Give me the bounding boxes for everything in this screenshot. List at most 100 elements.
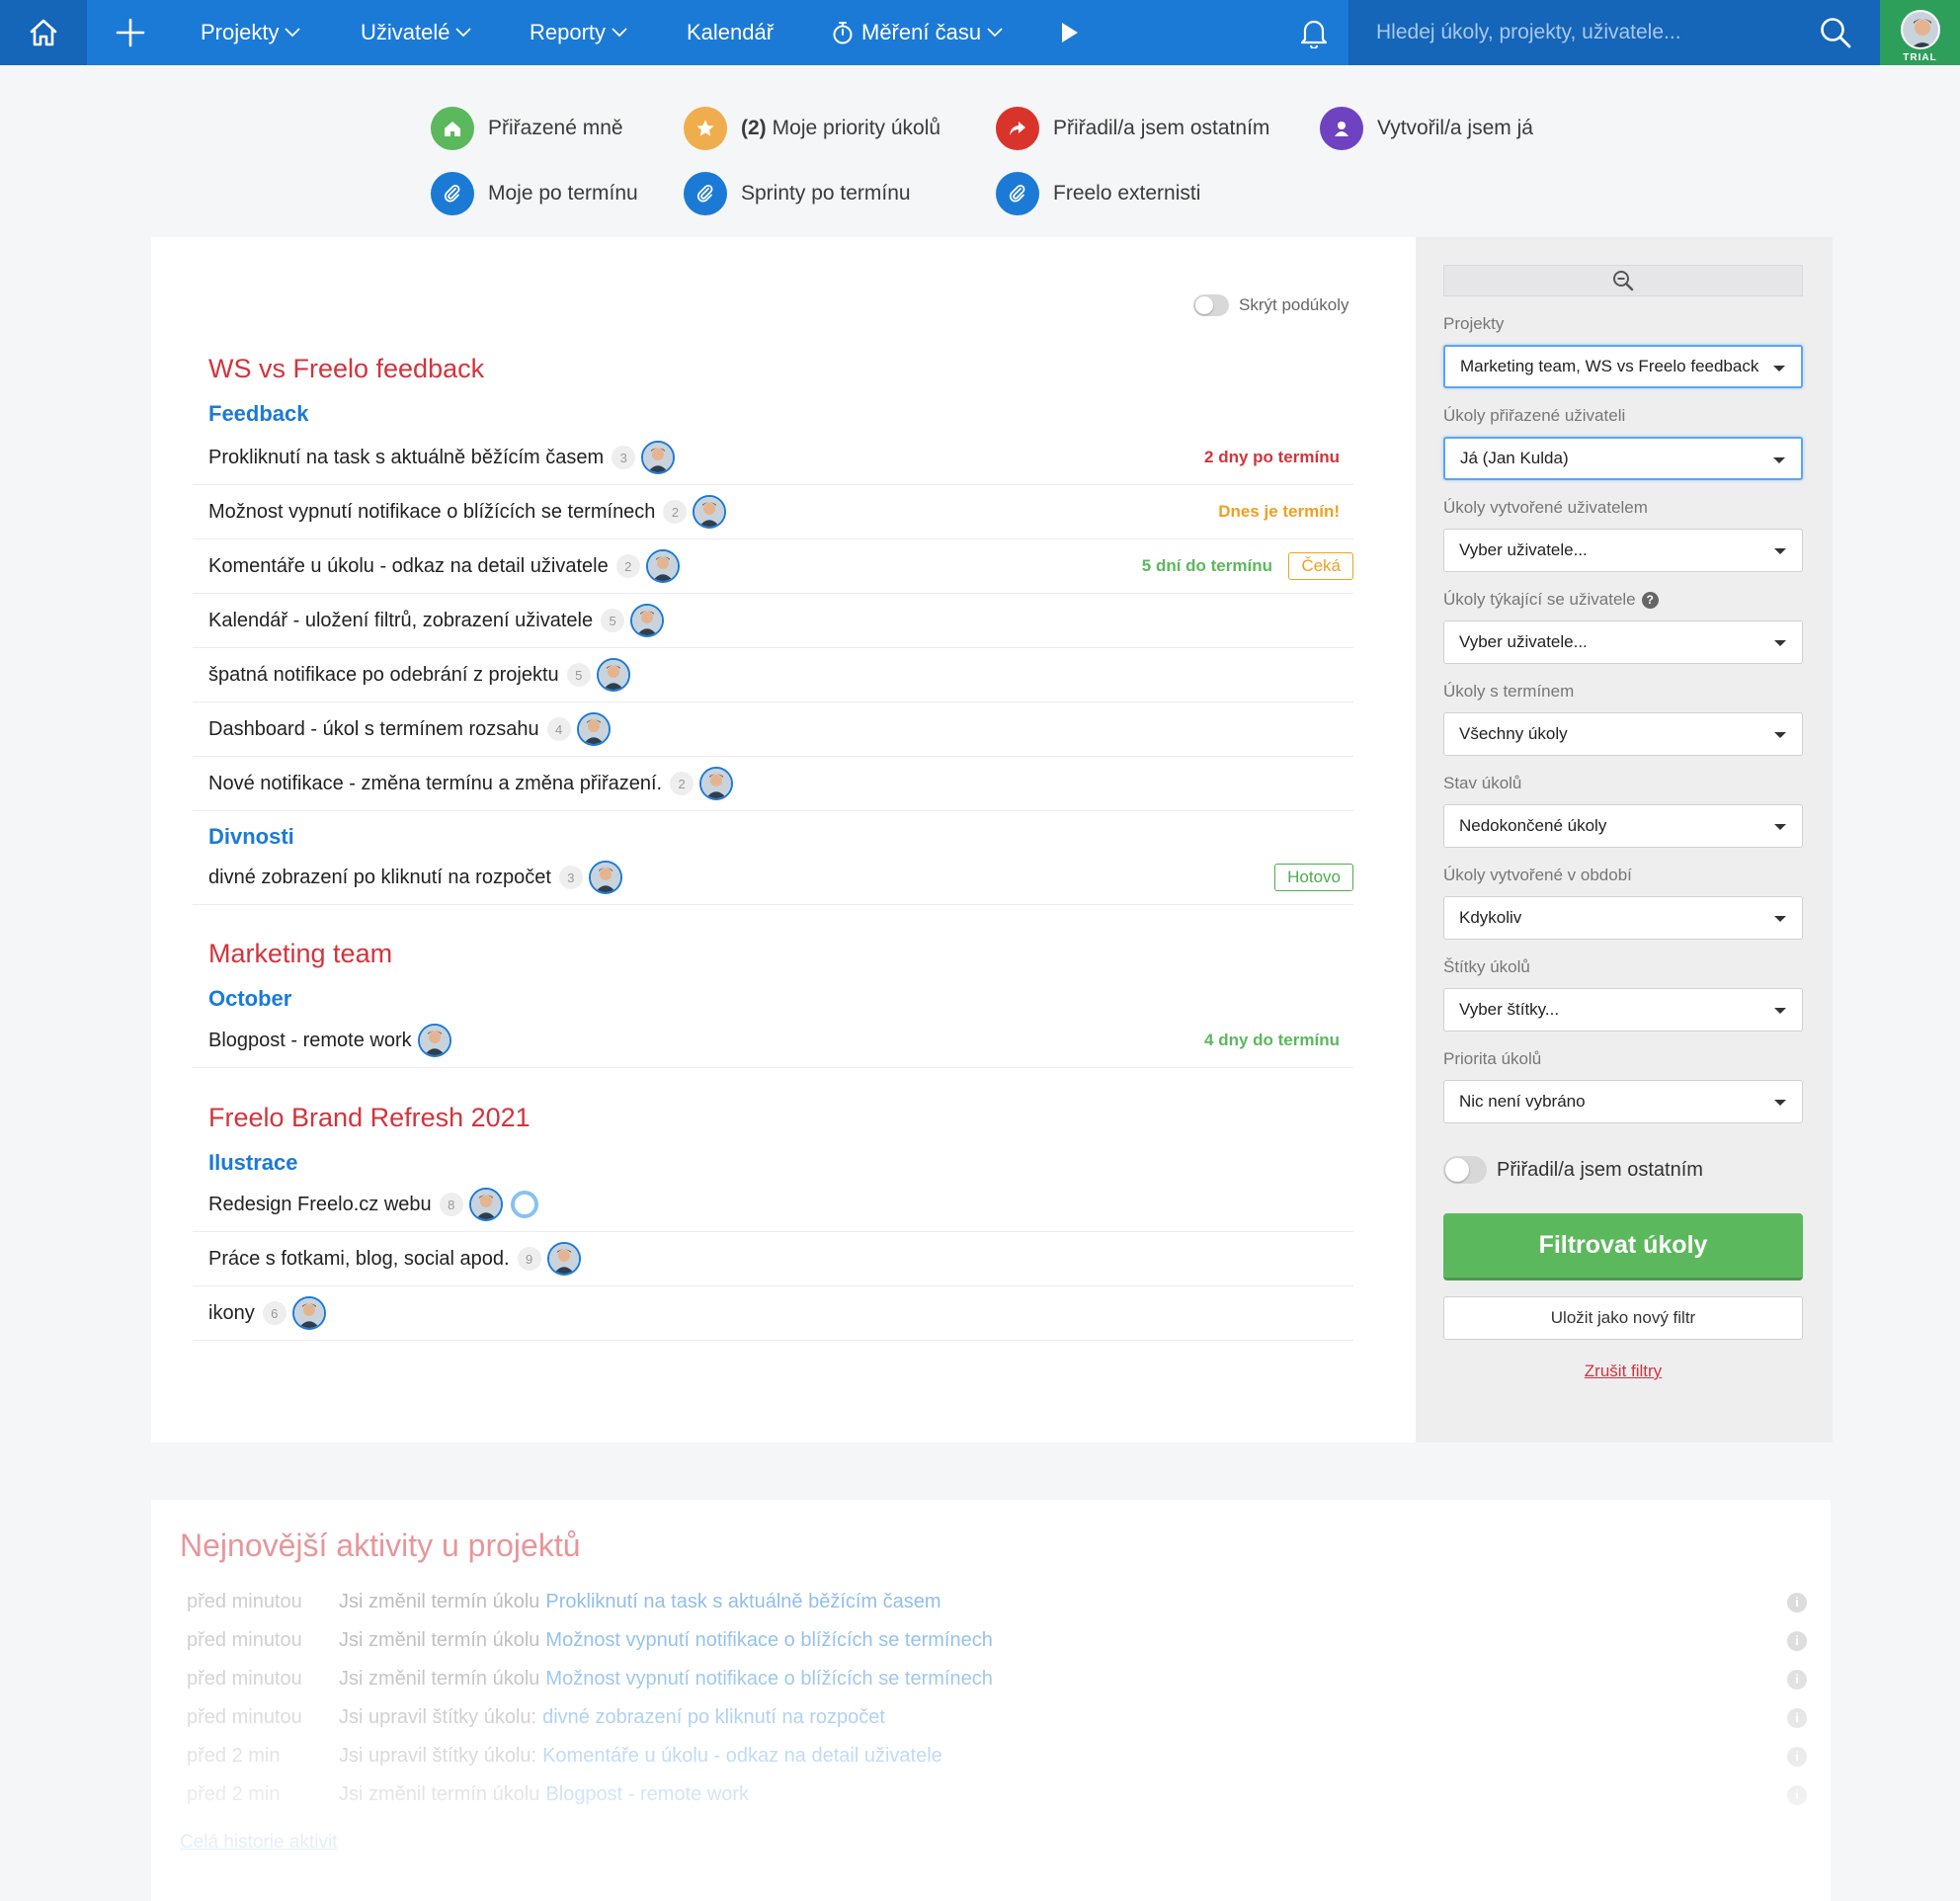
task-row[interactable]: ikony 6 [193,1286,1353,1341]
info-icon[interactable]: i [1787,1784,1807,1805]
tasklist-title[interactable]: Ilustrace [208,1150,298,1176]
avatar[interactable] [417,1024,451,1057]
avatar[interactable] [596,658,630,692]
task-name[interactable]: divné zobrazení po kliknutí na rozpočet [208,867,551,889]
status-badge[interactable]: Čeká [1288,552,1353,580]
task-row[interactable]: Dashboard - úkol s termínem rozsahu 4 [193,703,1353,757]
help-icon[interactable]: ? [1641,591,1659,609]
project-title[interactable]: Freelo Brand Refresh 2021 [208,1103,531,1133]
task-name[interactable]: Nové notifikace - změna termínu a změna … [208,773,662,795]
nav-projects[interactable]: Projekty [201,0,301,65]
assigned-to-select[interactable]: Já (Jan Kulda) [1443,437,1803,480]
nav-users[interactable]: Uživatelé [361,0,472,65]
task-row[interactable]: Redesign Freelo.cz webu 8 [193,1178,1353,1232]
home-button[interactable] [0,0,87,65]
quick-filter-sprints-overdue[interactable]: Sprinty po termínu [684,172,911,215]
projects-select[interactable]: Marketing team, WS vs Freelo feedback [1443,345,1803,388]
info-icon[interactable]: i [1787,1746,1807,1767]
task-name[interactable]: špatná notifikace po odebrání z projektu [208,664,559,687]
select-value: Marketing team, WS vs Freelo feedback [1460,357,1759,375]
avatar[interactable] [641,441,676,474]
task-row[interactable]: Blogpost - remote work 4 dny do termínu [193,1014,1353,1068]
status-badge[interactable]: Hotovo [1274,864,1353,891]
hide-subtasks-toggle[interactable]: Skrýt podúkoly [1193,294,1349,316]
task-name[interactable]: Kalendář - uložení filtrů, zobrazení uži… [208,610,593,632]
filter-tasks-button[interactable]: Filtrovat úkoly [1443,1213,1803,1281]
project-title[interactable]: WS vs Freelo feedback [208,354,484,384]
task-row[interactable]: Komentáře u úkolu - odkaz na detail uživ… [193,539,1353,594]
task-name[interactable]: Redesign Freelo.cz webu [208,1194,432,1216]
activity-task-link[interactable]: divné zobrazení po kliknutí na rozpočet [542,1706,885,1729]
info-icon[interactable]: i [1787,1592,1807,1612]
related-to-select[interactable]: Vyber uživatele... [1443,620,1803,664]
cancel-filters-link[interactable]: Zrušit filtry [1443,1362,1803,1381]
activity-task-link[interactable]: Možnost vypnutí notifikace o blížících s… [545,1668,992,1691]
info-icon[interactable]: i [1787,1669,1807,1690]
task-name[interactable]: Dashboard - úkol s termínem rozsahu [208,718,539,741]
nav-time-tracking[interactable]: Měření času [832,0,1003,65]
notifications-button[interactable] [1284,0,1344,65]
task-name[interactable]: Komentáře u úkolu - odkaz na detail uživ… [208,555,609,578]
caret-down-icon [1774,640,1786,646]
toggle-switch[interactable] [1443,1156,1487,1184]
task-row[interactable]: Kalendář - uložení filtrů, zobrazení uži… [193,594,1353,648]
activity-task-link[interactable]: Blogpost - remote work [545,1783,749,1806]
activity-row: před minutou Jsi změnil termín úkolu Mož… [187,1621,1807,1660]
quick-filter-assigned-to-others[interactable]: Přiřadil/a jsem ostatním [996,107,1269,150]
activity-history-link[interactable]: Celá historie aktivit [180,1832,337,1854]
avatar[interactable] [699,767,734,800]
tags-select[interactable]: Vyber štítky... [1443,988,1803,1032]
task-row[interactable]: Možnost vypnutí notifikace o blížících s… [193,485,1353,539]
search-button[interactable] [1819,16,1852,49]
nav-calendar[interactable]: Kalendář [687,0,774,65]
timer-play-button[interactable] [1059,0,1079,65]
avatar[interactable] [588,861,622,894]
stopwatch-icon [833,22,853,44]
activity-task-link[interactable]: Možnost vypnutí notifikace o blížících s… [545,1629,992,1652]
quick-filter-my-overdue[interactable]: Moje po termínu [431,172,638,215]
search-input[interactable] [1376,16,1791,49]
task-row[interactable]: špatná notifikace po odebrání z projektu… [193,648,1353,703]
avatar[interactable] [645,549,680,583]
avatar[interactable] [630,604,665,637]
info-icon[interactable]: i [1787,1707,1807,1728]
avatar[interactable] [576,712,611,746]
quick-filter-my-priorities[interactable]: (2) Moje priority úkolů [684,107,940,150]
tasklist-title[interactable]: October [208,986,291,1012]
avatar[interactable] [468,1188,503,1221]
avatar[interactable] [546,1242,581,1276]
task-name[interactable]: ikony [208,1302,255,1325]
activity-task-link[interactable]: Komentáře u úkolu - odkaz na detail uživ… [542,1745,942,1768]
toggle-switch[interactable] [1193,294,1229,316]
user-menu[interactable]: TRIAL [1880,0,1960,65]
filter-search-toggle[interactable] [1443,265,1803,296]
task-name[interactable]: Blogpost - remote work [208,1030,412,1052]
project-title[interactable]: Marketing team [208,939,392,969]
created-by-select[interactable]: Vyber uživatele... [1443,529,1803,572]
tasklist-title[interactable]: Divnosti [208,824,294,850]
nav-reports[interactable]: Reporty [530,0,627,65]
assigned-to-others-toggle[interactable]: Přiřadil/a jsem ostatním [1443,1156,1703,1184]
save-filter-button[interactable]: Uložit jako nový filtr [1443,1296,1803,1340]
created-period-select[interactable]: Kdykoliv [1443,896,1803,940]
caret-down-icon [1774,824,1786,830]
tasklist-title[interactable]: Feedback [208,401,309,427]
quick-filter-assigned-to-me[interactable]: Přiřazené mně [431,107,623,150]
add-button[interactable] [87,0,174,65]
status-select[interactable]: Nedokončené úkoly [1443,804,1803,848]
task-row[interactable]: Práce s fotkami, blog, social apod. 9 [193,1232,1353,1286]
task-row[interactable]: Prokliknutí na task s aktuálně běžícím č… [193,431,1353,485]
task-name[interactable]: Možnost vypnutí notifikace o blížících s… [208,501,655,524]
activity-task-link[interactable]: Prokliknutí na task s aktuálně běžícím č… [545,1591,940,1613]
quick-filter-freelo-externists[interactable]: Freelo externisti [996,172,1200,215]
quick-filter-created-by-me[interactable]: Vytvořil/a jsem já [1320,107,1533,150]
task-name[interactable]: Práce s fotkami, blog, social apod. [208,1248,510,1271]
priority-select[interactable]: Nic není vybráno [1443,1080,1803,1123]
task-name[interactable]: Prokliknutí na task s aktuálně běžícím č… [208,447,604,469]
avatar[interactable] [693,495,727,529]
info-icon[interactable]: i [1787,1630,1807,1651]
due-date-select[interactable]: Všechny úkoly [1443,712,1803,756]
task-row[interactable]: divné zobrazení po kliknutí na rozpočet … [193,851,1353,905]
task-row[interactable]: Nové notifikace - změna termínu a změna … [193,757,1353,811]
avatar[interactable] [291,1296,326,1330]
